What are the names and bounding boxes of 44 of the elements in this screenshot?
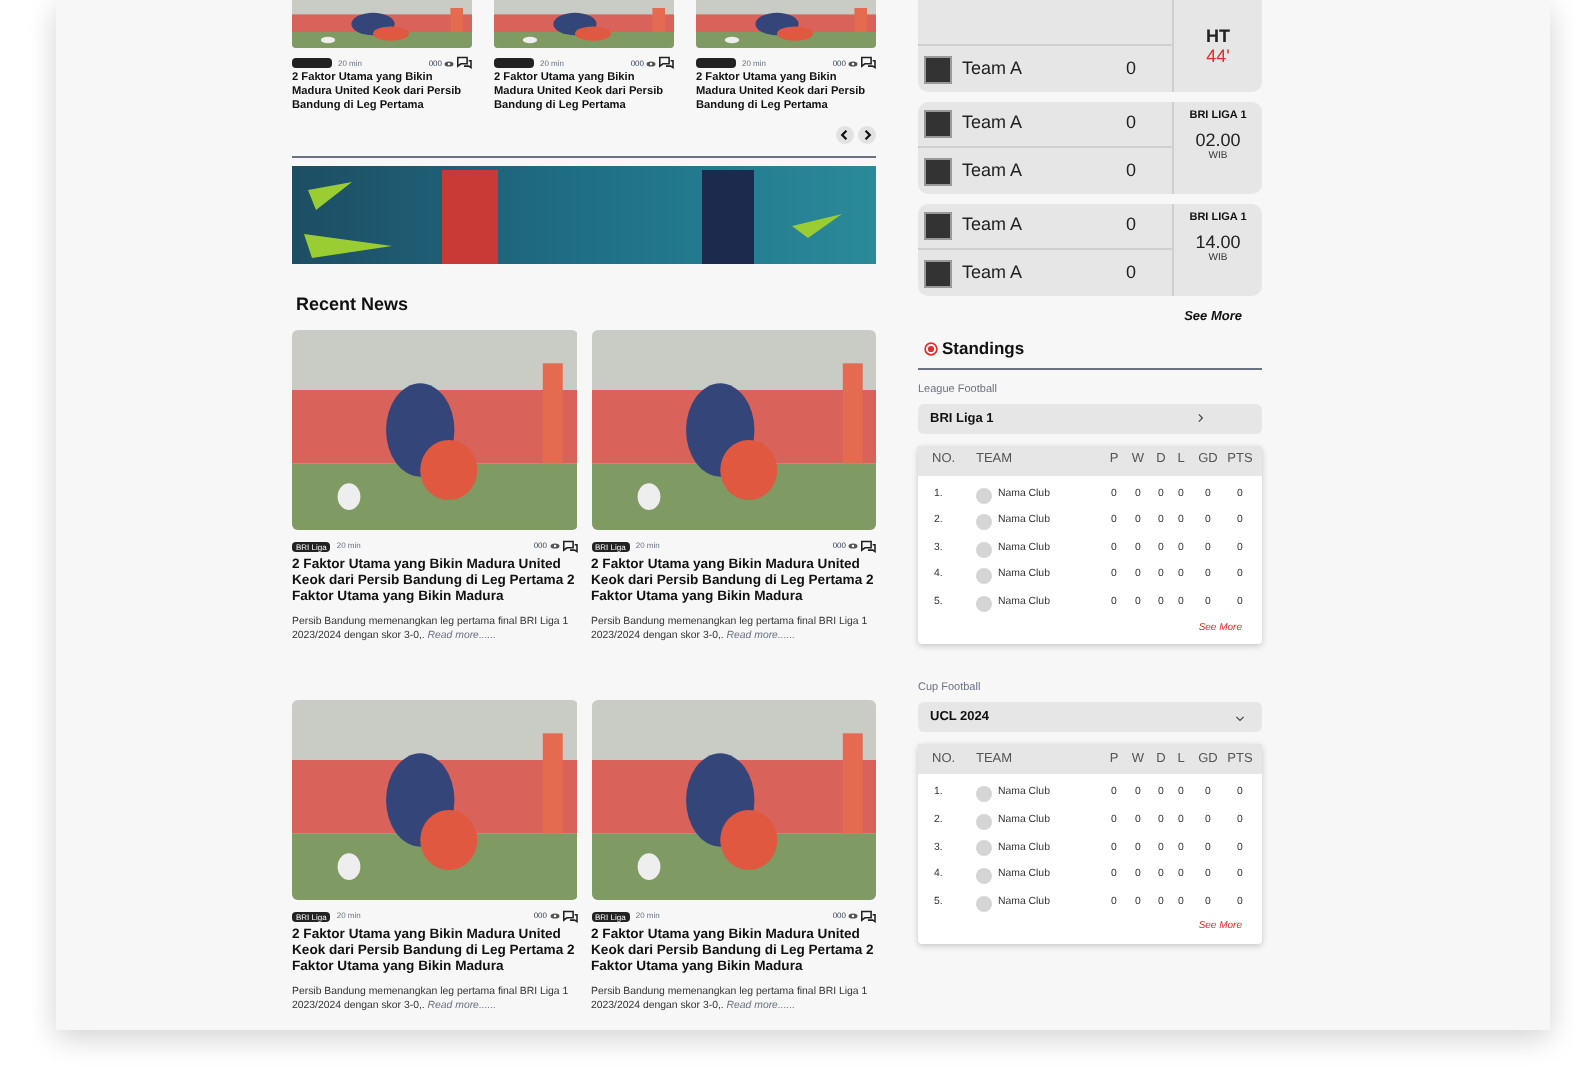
team-name: Team A bbox=[962, 259, 1023, 286]
comment-icon bbox=[561, 539, 577, 553]
team-name: Team A bbox=[962, 157, 1023, 184]
eye-icon bbox=[549, 542, 559, 550]
eye-icon bbox=[848, 542, 858, 550]
tag-badge[interactable] bbox=[292, 58, 332, 68]
team-name: Team A bbox=[962, 212, 1023, 239]
match-minute: 44' bbox=[1206, 46, 1230, 66]
previous-button[interactable] bbox=[836, 126, 854, 144]
kickoff-time: 14.00 bbox=[1195, 234, 1241, 253]
team-score: 0 bbox=[1125, 157, 1136, 184]
section-title: Standings bbox=[942, 335, 1025, 361]
team-score: 0 bbox=[1125, 259, 1136, 286]
section-title: Recent News bbox=[296, 292, 411, 318]
next-button[interactable] bbox=[858, 126, 876, 144]
comment-icon bbox=[860, 909, 876, 923]
tag-badge[interactable] bbox=[494, 58, 534, 68]
team-logo-icon bbox=[924, 110, 952, 138]
team-logo-icon bbox=[924, 259, 952, 287]
match-card[interactable]: Team A 0 HT 44' bbox=[918, 0, 1262, 92]
team-score: 0 bbox=[1125, 212, 1136, 239]
comment-icon bbox=[456, 56, 472, 70]
comment-icon bbox=[561, 909, 577, 923]
eye-icon bbox=[444, 59, 454, 67]
kickoff-time: 02.00 bbox=[1195, 132, 1241, 151]
chevron-icon bbox=[1234, 711, 1246, 724]
team-logo-icon bbox=[924, 55, 952, 83]
target-icon bbox=[924, 341, 938, 356]
eye-icon bbox=[848, 912, 858, 920]
comment-icon bbox=[860, 539, 876, 553]
team-score: 0 bbox=[1125, 55, 1136, 82]
tag-badge[interactable] bbox=[696, 58, 736, 68]
comment-icon bbox=[658, 56, 674, 70]
eye-icon bbox=[848, 59, 858, 67]
comment-icon bbox=[860, 56, 876, 70]
eye-icon bbox=[646, 59, 656, 67]
chevron-icon bbox=[1194, 412, 1206, 425]
eye-icon bbox=[549, 912, 559, 920]
team-score: 0 bbox=[1125, 110, 1136, 137]
team-logo-icon bbox=[924, 157, 952, 185]
team-logo-icon bbox=[924, 212, 952, 240]
team-name: Team A bbox=[962, 110, 1023, 137]
match-status: HT bbox=[1206, 26, 1230, 46]
team-name: Team A bbox=[962, 55, 1023, 82]
